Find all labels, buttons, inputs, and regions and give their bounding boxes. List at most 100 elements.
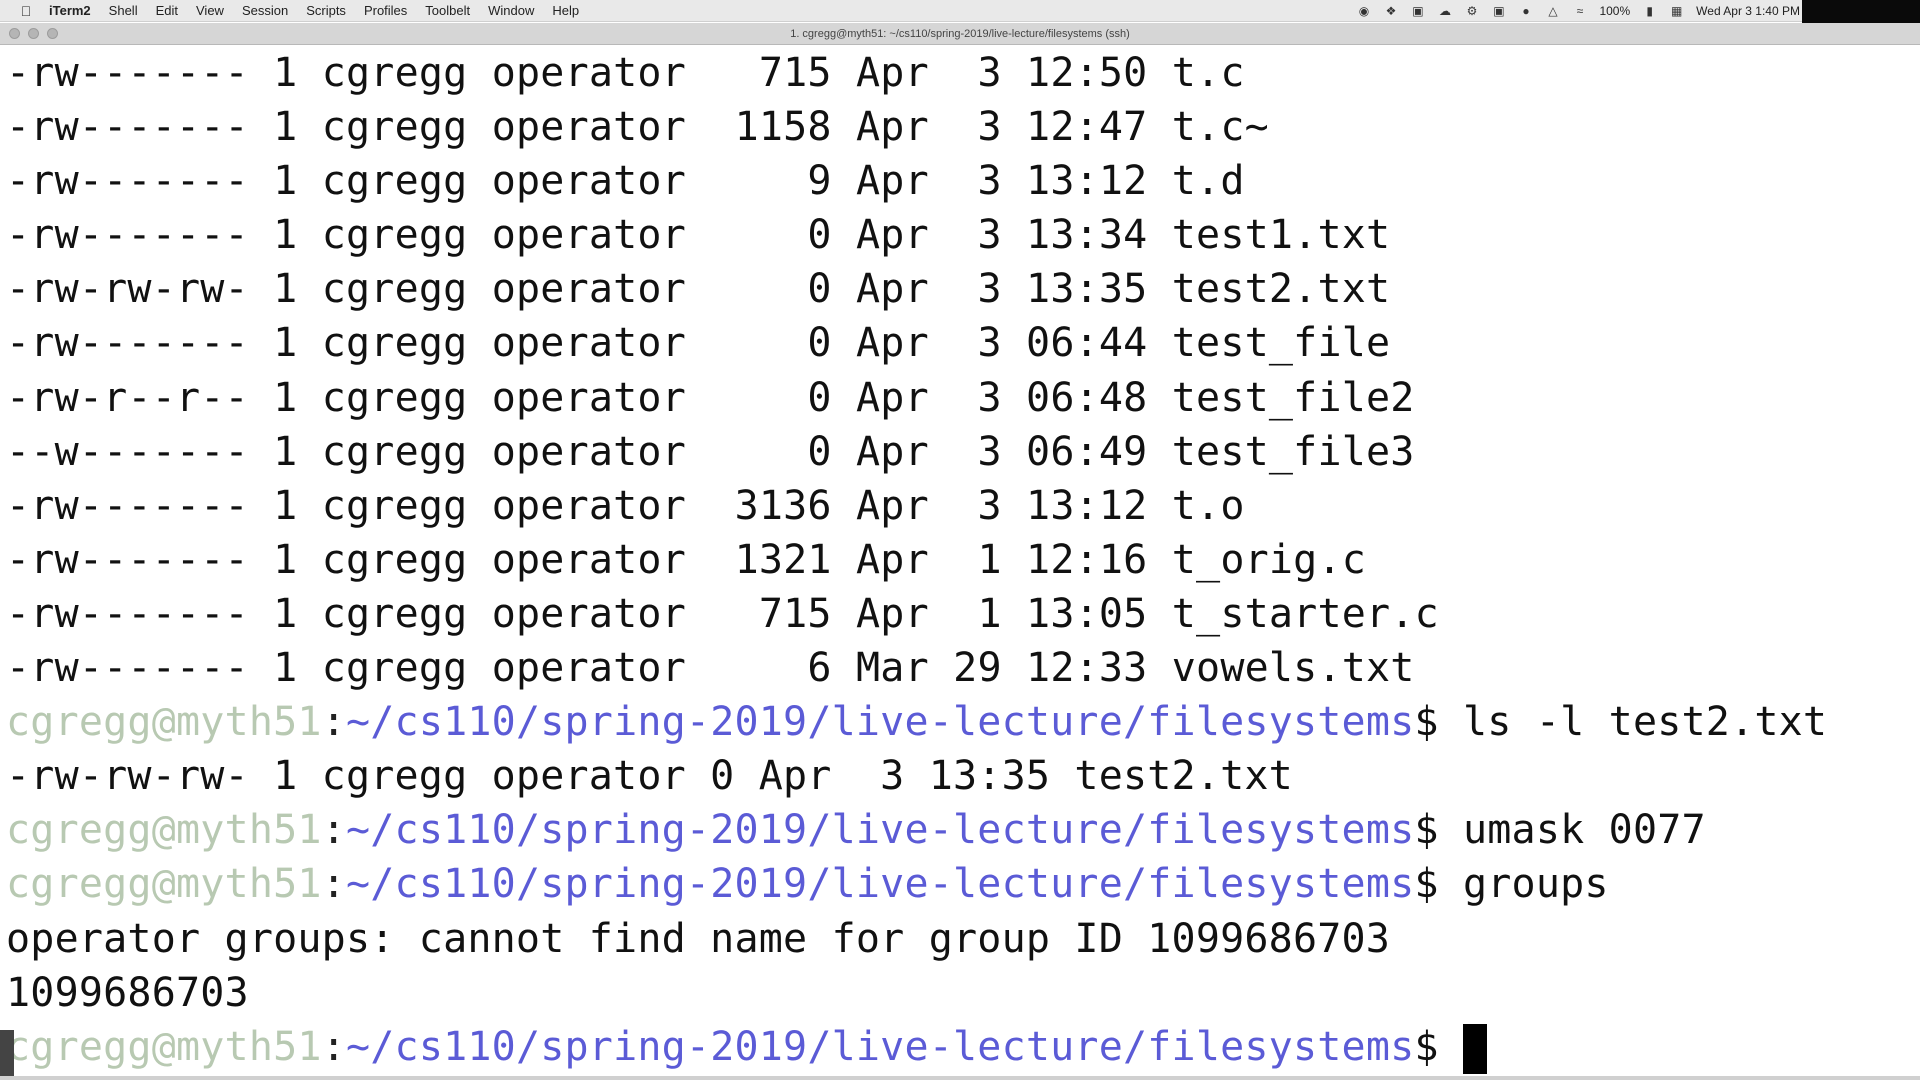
menu-shell[interactable]: Shell	[100, 0, 147, 21]
menu-bar-left:  iTerm2 Shell Edit View Session Scripts…	[0, 0, 588, 21]
menu-session[interactable]: Session	[233, 0, 297, 21]
listing-perms: -rw-------	[6, 104, 249, 151]
listing-group: operator	[491, 50, 686, 96]
ls-listing: -rw------- 1 cgregg operator 715 Apr 3 1…	[6, 46, 1920, 695]
listing-time: 12:47	[1026, 104, 1148, 151]
listing-month: Apr	[856, 482, 929, 529]
menu-app-name[interactable]: iTerm2	[40, 0, 100, 21]
listing-row: -rw-r--r-- 1 cgregg operator 0 Apr 3 06:…	[6, 371, 1920, 425]
output-line: 1099686703	[6, 969, 249, 1016]
listing-row: -rw------- 1 cgregg operator 0 Apr 3 06:…	[6, 316, 1920, 370]
text-cursor[interactable]	[1462, 1023, 1487, 1074]
listing-day: 3	[953, 158, 1002, 205]
listing-size: 715	[710, 590, 832, 637]
prompt-user: cgregg@myth51	[6, 807, 322, 854]
command-text	[1439, 1024, 1463, 1070]
zoom-button[interactable]	[47, 28, 58, 39]
traffic-lights	[9, 28, 58, 39]
listing-owner: cgregg	[321, 428, 468, 475]
listing-name: t.c~	[1171, 104, 1269, 151]
menu-window[interactable]: Window	[479, 0, 543, 21]
window-titlebar[interactable]: 1. cgregg@myth51: ~/cs110/spring-2019/li…	[0, 23, 1920, 45]
listing-row: -rw------- 1 cgregg operator 6 Mar 29 12…	[6, 641, 1920, 695]
listing-links: 1	[273, 104, 298, 151]
output-line: operator groups: cannot find name for gr…	[6, 915, 1391, 962]
minimize-button[interactable]	[28, 28, 39, 39]
listing-name: test2.txt	[1171, 266, 1391, 313]
menu-bar:  iTerm2 Shell Edit View Session Scripts…	[0, 0, 1920, 45]
close-button[interactable]	[9, 28, 20, 39]
battery-percent[interactable]: 100%	[1599, 4, 1630, 18]
terminal-view[interactable]: -rw------- 1 cgregg operator 715 Apr 3 1…	[0, 46, 1920, 1080]
listing-row: -rw-rw-rw- 1 cgregg operator 0 Apr 3 13:…	[6, 262, 1920, 316]
listing-size: 1321	[710, 536, 832, 583]
window-edge-mark	[0, 1030, 14, 1080]
listing-group: operator	[491, 428, 686, 475]
apple-icon[interactable]: 	[12, 0, 40, 21]
listing-month: Apr	[856, 266, 929, 313]
listing-links: 1	[273, 212, 298, 259]
sync-icon[interactable]: ▣	[1410, 4, 1425, 18]
battery-icon[interactable]: ▮	[1642, 4, 1657, 18]
dropbox-icon[interactable]: ❖	[1383, 4, 1398, 18]
settings-icon[interactable]: ⚙	[1464, 4, 1479, 18]
menu-toolbelt[interactable]: Toolbelt	[416, 0, 479, 21]
listing-size: 0	[710, 320, 832, 367]
listing-perms: -rw-r--r--	[6, 374, 249, 421]
menu-view[interactable]: View	[187, 0, 233, 21]
cloud-icon[interactable]: ☁	[1437, 4, 1452, 18]
listing-day: 1	[953, 590, 1002, 637]
listing-perms: --w-------	[6, 428, 249, 475]
display-icon[interactable]: ▣	[1491, 4, 1506, 18]
airplay-icon[interactable]: △	[1545, 4, 1560, 18]
listing-links: 1	[273, 482, 298, 529]
menu-help[interactable]: Help	[543, 0, 588, 21]
listing-name: test_file	[1171, 320, 1391, 367]
listing-day: 3	[953, 482, 1002, 529]
listing-day: 3	[953, 266, 1002, 313]
listing-time: 12:33	[1026, 645, 1148, 692]
listing-month: Apr	[856, 374, 929, 421]
listing-time: 06:44	[1026, 320, 1148, 367]
listing-group: operator	[491, 158, 686, 205]
wifi-icon[interactable]: ≈	[1572, 4, 1587, 18]
listing-name: t.d	[1171, 158, 1245, 205]
menu-profiles[interactable]: Profiles	[355, 0, 416, 21]
dot-icon[interactable]: ●	[1518, 4, 1533, 18]
prompt-colon: :	[321, 1023, 346, 1070]
listing-owner: cgregg	[321, 104, 468, 151]
prompt-line-active[interactable]: cgregg@myth51:~/cs110/spring-2019/live-l…	[6, 1020, 1920, 1074]
clock[interactable]: Wed Apr 3 1:40 PM	[1696, 4, 1800, 18]
listing-group: operator	[491, 536, 686, 583]
listing-day: 3	[953, 212, 1002, 259]
listing-time: 13:34	[1026, 212, 1148, 259]
command-text: groups	[1438, 861, 1609, 908]
prompt-user: cgregg@myth51	[6, 699, 322, 746]
record-icon[interactable]: ◉	[1356, 4, 1371, 18]
listing-time: 13:12	[1026, 158, 1148, 205]
listing-name: t_orig.c	[1171, 536, 1367, 583]
prompt-dollar: $	[1414, 861, 1439, 908]
prompt-dollar: $	[1414, 807, 1439, 854]
listing-perms: -rw-------	[6, 590, 249, 637]
input-icon[interactable]: ▦	[1669, 4, 1684, 18]
menu-scripts[interactable]: Scripts	[297, 0, 355, 21]
listing-owner: cgregg	[321, 320, 468, 367]
listing-name: t_starter.c	[1171, 590, 1439, 637]
listing-owner: cgregg	[321, 212, 468, 259]
listing-owner: cgregg	[321, 482, 468, 529]
listing-month: Apr	[856, 104, 929, 151]
listing-row: -rw------- 1 cgregg operator 0 Apr 3 13:…	[6, 208, 1920, 262]
listing-group: operator	[491, 212, 686, 259]
listing-name: vowels.txt	[1171, 645, 1415, 692]
listing-day: 3	[953, 374, 1002, 421]
menu-edit[interactable]: Edit	[147, 0, 187, 21]
listing-month: Mar	[856, 645, 929, 692]
listing-group: operator	[491, 482, 686, 529]
listing-row: -rw------- 1 cgregg operator 1321 Apr 1 …	[6, 533, 1920, 587]
listing-day: 3	[953, 104, 1002, 151]
listing-row: -rw------- 1 cgregg operator 1158 Apr 3 …	[6, 100, 1920, 154]
listing-row: -rw------- 1 cgregg operator 715 Apr 3 1…	[6, 46, 1920, 100]
listing-day: 3	[953, 428, 1002, 475]
listing-time: 06:48	[1026, 374, 1148, 421]
